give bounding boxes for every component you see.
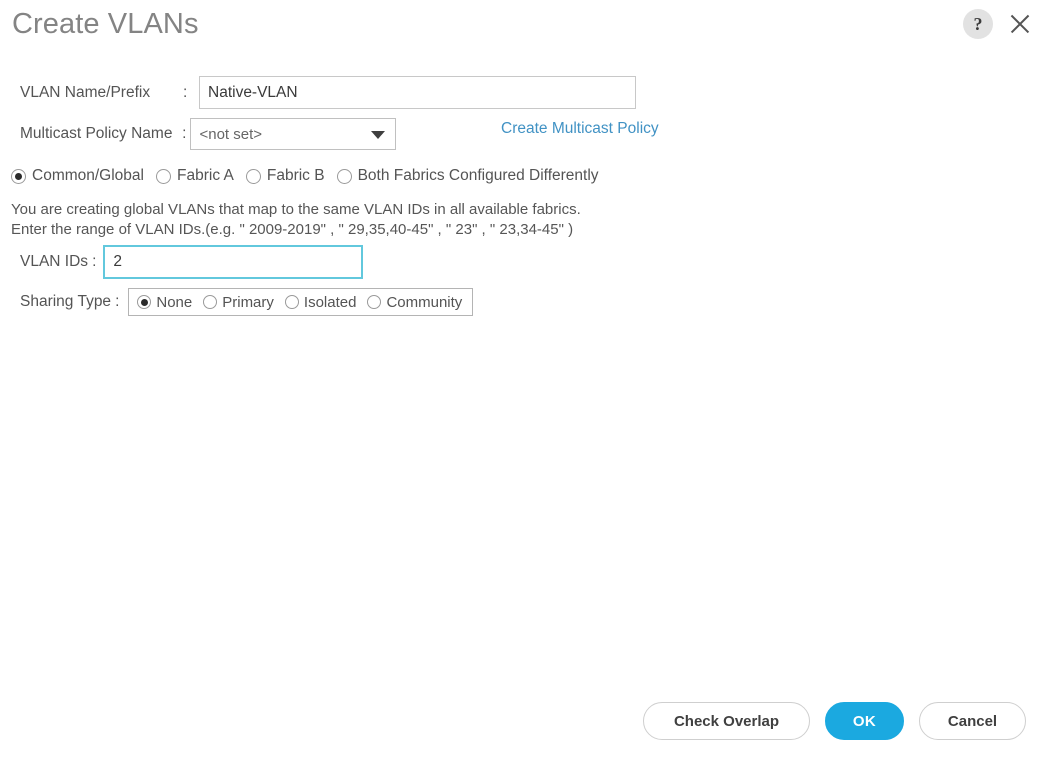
vlan-name-colon: : [183,83,188,101]
radio-label: Common/Global [32,167,144,184]
vlan-name-input[interactable] [199,76,636,109]
radio-mark-icon [245,168,261,184]
vlan-name-row: VLAN Name/Prefix : [20,76,636,109]
help-icon[interactable]: ? [963,9,993,39]
radio-label: Community [386,293,463,311]
create-multicast-policy-link[interactable]: Create Multicast Policy [501,120,659,138]
sharing-type-colon: : [115,293,120,310]
radio-label: Primary [222,293,274,311]
cancel-button[interactable]: Cancel [919,702,1026,740]
radio-mark-icon [137,295,152,309]
header-actions: ? [963,9,1034,39]
radio-fabric-a[interactable]: Fabric A [156,167,234,185]
radio-label: None [156,293,193,311]
multicast-policy-select[interactable]: <not set> [190,118,397,150]
radio-mark-icon [203,295,218,309]
dialog-header: Create VLANs ? [0,0,1051,58]
vlan-ids-input[interactable] [103,245,364,279]
check-overlap-button[interactable]: Check Overlap [643,702,810,740]
radio-fabric-b[interactable]: Fabric B [245,167,325,185]
multicast-policy-selected-value: <not set> [199,125,263,143]
radio-mark-icon [156,168,171,184]
vlan-ids-row: VLAN IDs : [20,245,364,279]
radio-sharing-none[interactable]: None [137,294,192,311]
radio-mark-icon [336,168,352,184]
footer-actions: Check Overlap OK Cancel [643,702,1026,740]
radio-sharing-primary[interactable]: Primary [203,294,274,311]
multicast-policy-label: Multicast Policy Name [20,125,173,142]
multicast-policy-row: Multicast Policy Name : <not set> [20,118,397,150]
multicast-policy-colon: : [182,125,187,142]
question-mark-glyph: ? [973,14,983,34]
radio-label: Both Fabrics Configured Differently [357,167,599,184]
radio-mark-icon [284,295,299,309]
description-line-1: You are creating global VLANs that map t… [11,201,581,218]
vlan-description-text: You are creating global VLANs that map t… [11,200,581,239]
page-title: Create VLANs [12,8,199,40]
radio-mark-icon [367,295,382,309]
radio-mark-icon [11,168,26,184]
sharing-type-row: Sharing Type : None Primary Isolated Com… [20,288,474,316]
radio-label: Fabric A [177,167,234,184]
radio-sharing-community[interactable]: Community [367,294,462,311]
chevron-down-icon [371,131,386,139]
radio-common-global[interactable]: Common/Global [11,167,144,185]
fabric-scope-radio-group: Common/Global Fabric A Fabric B Both Fab… [11,167,599,185]
radio-label: Isolated [303,293,357,311]
radio-label: Fabric B [266,167,325,184]
vlan-ids-colon: : [92,253,97,270]
vlan-ids-label: VLAN IDs [20,253,89,270]
sharing-type-radio-group: None Primary Isolated Community [128,288,474,316]
description-line-2: Enter the range of VLAN IDs.(e.g. " 2009… [11,220,574,238]
sharing-type-label: Sharing Type [20,293,112,310]
ok-button[interactable]: OK [825,702,904,740]
radio-sharing-isolated[interactable]: Isolated [284,293,357,311]
radio-both-fabrics-configured-differently[interactable]: Both Fabrics Configured Differently [336,167,599,185]
close-icon[interactable] [1006,10,1034,38]
vlan-name-label: VLAN Name/Prefix [20,83,151,101]
